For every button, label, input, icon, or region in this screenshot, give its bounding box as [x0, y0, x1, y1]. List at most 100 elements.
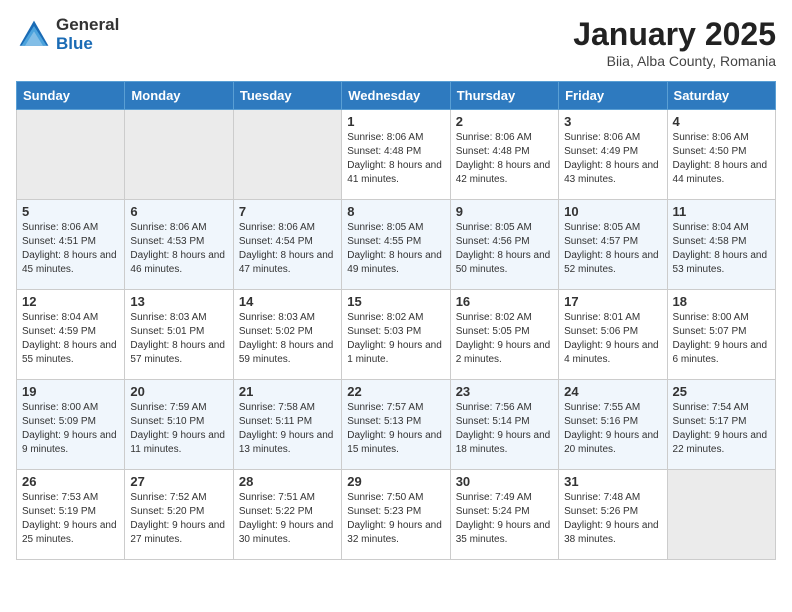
day-info: Sunrise: 7:58 AM Sunset: 5:11 PM Dayligh…: [239, 401, 336, 457]
day-cell-12: 12Sunrise: 8:04 AM Sunset: 4:59 PM Dayli…: [17, 290, 125, 380]
day-number: 5: [22, 204, 119, 219]
day-info: Sunrise: 8:06 AM Sunset: 4:51 PM Dayligh…: [22, 221, 119, 277]
day-header-friday: Friday: [559, 82, 667, 110]
day-number: 15: [347, 294, 444, 309]
day-info: Sunrise: 7:52 AM Sunset: 5:20 PM Dayligh…: [130, 491, 227, 547]
calendar-title: January 2025: [573, 16, 776, 53]
day-number: 22: [347, 384, 444, 399]
day-headers-row: SundayMondayTuesdayWednesdayThursdayFrid…: [17, 82, 776, 110]
week-row-4: 19 Sunrise: 8:00 AM Sunset: 5:09 PM Dayli…: [17, 380, 776, 470]
day-cell-16: 16 Sunrise: 8:02 AM Sunset: 5:05 PM Dayli…: [450, 290, 558, 380]
day-info: Sunrise: 8:06 AM Sunset: 4:50 PM Dayligh…: [673, 131, 770, 187]
day-number: 9: [456, 204, 553, 219]
day-cell-20: 20 Sunrise: 7:59 AM Sunset: 5:10 PM Dayli…: [125, 380, 233, 470]
day-cell-29: 29 Sunrise: 7:50 AM Sunset: 5:23 PM Dayli…: [342, 470, 450, 560]
day-info: Sunrise: 8:00 AM Sunset: 5:07 PM Dayligh…: [673, 311, 770, 367]
day-info: Sunrise: 8:05 AM Sunset: 4:57 PM Dayligh…: [564, 221, 661, 277]
day-header-saturday: Saturday: [667, 82, 775, 110]
day-info: Sunrise: 7:55 AM Sunset: 5:16 PM Dayligh…: [564, 401, 661, 457]
day-number: 16: [456, 294, 553, 309]
day-info: Sunrise: 8:03 AM Sunset: 5:01 PM Dayligh…: [130, 311, 227, 367]
day-cell-18: 18 Sunrise: 8:00 AM Sunset: 5:07 PM Dayli…: [667, 290, 775, 380]
day-cell-6: 6 Sunrise: 8:06 AM Sunset: 4:53 PM Daylig…: [125, 200, 233, 290]
day-number: 6: [130, 204, 227, 219]
page-header: General Blue January 2025 Biia, Alba Cou…: [16, 16, 776, 69]
day-cell-28: 28Sunrise: 7:51 AM Sunset: 5:22 PM Dayli…: [233, 470, 341, 560]
day-number: 8: [347, 204, 444, 219]
day-info: Sunrise: 7:56 AM Sunset: 5:14 PM Dayligh…: [456, 401, 553, 457]
day-header-tuesday: Tuesday: [233, 82, 341, 110]
day-number: 24: [564, 384, 661, 399]
day-header-wednesday: Wednesday: [342, 82, 450, 110]
day-cell-5: 5 Sunrise: 8:06 AM Sunset: 4:51 PM Daylig…: [17, 200, 125, 290]
day-info: Sunrise: 8:00 AM Sunset: 5:09 PM Dayligh…: [22, 401, 119, 457]
day-info: Sunrise: 8:06 AM Sunset: 4:53 PM Dayligh…: [130, 221, 227, 277]
day-number: 18: [673, 294, 770, 309]
logo-blue: Blue: [56, 35, 119, 54]
day-info: Sunrise: 7:49 AM Sunset: 5:24 PM Dayligh…: [456, 491, 553, 547]
day-header-monday: Monday: [125, 82, 233, 110]
day-cell-22: 22 Sunrise: 7:57 AM Sunset: 5:13 PM Dayli…: [342, 380, 450, 470]
day-number: 29: [347, 474, 444, 489]
day-number: 27: [130, 474, 227, 489]
day-cell-27: 27 Sunrise: 7:52 AM Sunset: 5:20 PM Dayli…: [125, 470, 233, 560]
title-block: January 2025 Biia, Alba County, Romania: [573, 16, 776, 69]
day-info: Sunrise: 7:57 AM Sunset: 5:13 PM Dayligh…: [347, 401, 444, 457]
day-cell-31: 31Sunrise: 7:48 AM Sunset: 5:26 PM Dayli…: [559, 470, 667, 560]
empty-cell: [667, 470, 775, 560]
day-info: Sunrise: 8:02 AM Sunset: 5:03 PM Dayligh…: [347, 311, 444, 367]
day-info: Sunrise: 7:48 AM Sunset: 5:26 PM Dayligh…: [564, 491, 661, 547]
day-cell-10: 10 Sunrise: 8:05 AM Sunset: 4:57 PM Dayli…: [559, 200, 667, 290]
day-info: Sunrise: 8:06 AM Sunset: 4:48 PM Dayligh…: [347, 131, 444, 187]
day-info: Sunrise: 8:01 AM Sunset: 5:06 PM Dayligh…: [564, 311, 661, 367]
day-number: 11: [673, 204, 770, 219]
calendar-subtitle: Biia, Alba County, Romania: [573, 53, 776, 69]
day-cell-24: 24 Sunrise: 7:55 AM Sunset: 5:16 PM Dayli…: [559, 380, 667, 470]
day-cell-25: 25 Sunrise: 7:54 AM Sunset: 5:17 PM Dayli…: [667, 380, 775, 470]
week-row-1: 1Sunrise: 8:06 AM Sunset: 4:48 PM Daylig…: [17, 110, 776, 200]
empty-cell: [125, 110, 233, 200]
day-number: 21: [239, 384, 336, 399]
day-info: Sunrise: 7:54 AM Sunset: 5:17 PM Dayligh…: [673, 401, 770, 457]
empty-cell: [17, 110, 125, 200]
day-number: 2: [456, 114, 553, 129]
day-number: 19: [22, 384, 119, 399]
calendar-table: SundayMondayTuesdayWednesdayThursdayFrid…: [16, 81, 776, 560]
day-cell-9: 9Sunrise: 8:05 AM Sunset: 4:56 PM Daylig…: [450, 200, 558, 290]
day-info: Sunrise: 8:02 AM Sunset: 5:05 PM Dayligh…: [456, 311, 553, 367]
day-info: Sunrise: 7:53 AM Sunset: 5:19 PM Dayligh…: [22, 491, 119, 547]
week-row-5: 26 Sunrise: 7:53 AM Sunset: 5:19 PM Dayli…: [17, 470, 776, 560]
day-cell-15: 15 Sunrise: 8:02 AM Sunset: 5:03 PM Dayli…: [342, 290, 450, 380]
week-row-3: 12Sunrise: 8:04 AM Sunset: 4:59 PM Dayli…: [17, 290, 776, 380]
day-number: 10: [564, 204, 661, 219]
day-number: 13: [130, 294, 227, 309]
day-header-thursday: Thursday: [450, 82, 558, 110]
week-row-2: 5 Sunrise: 8:06 AM Sunset: 4:51 PM Daylig…: [17, 200, 776, 290]
day-info: Sunrise: 8:04 AM Sunset: 4:58 PM Dayligh…: [673, 221, 770, 277]
day-cell-14: 14Sunrise: 8:03 AM Sunset: 5:02 PM Dayli…: [233, 290, 341, 380]
day-info: Sunrise: 7:51 AM Sunset: 5:22 PM Dayligh…: [239, 491, 336, 547]
day-cell-8: 8Sunrise: 8:05 AM Sunset: 4:55 PM Daylig…: [342, 200, 450, 290]
day-info: Sunrise: 7:50 AM Sunset: 5:23 PM Dayligh…: [347, 491, 444, 547]
day-cell-23: 23 Sunrise: 7:56 AM Sunset: 5:14 PM Dayli…: [450, 380, 558, 470]
day-cell-4: 4 Sunrise: 8:06 AM Sunset: 4:50 PM Daylig…: [667, 110, 775, 200]
day-info: Sunrise: 8:06 AM Sunset: 4:54 PM Dayligh…: [239, 221, 336, 277]
day-number: 25: [673, 384, 770, 399]
day-number: 7: [239, 204, 336, 219]
day-info: Sunrise: 8:06 AM Sunset: 4:49 PM Dayligh…: [564, 131, 661, 187]
day-number: 4: [673, 114, 770, 129]
day-number: 23: [456, 384, 553, 399]
logo-icon: [16, 17, 52, 53]
day-number: 3: [564, 114, 661, 129]
day-cell-21: 21 Sunrise: 7:58 AM Sunset: 5:11 PM Dayli…: [233, 380, 341, 470]
day-info: Sunrise: 8:06 AM Sunset: 4:48 PM Dayligh…: [456, 131, 553, 187]
day-cell-19: 19 Sunrise: 8:00 AM Sunset: 5:09 PM Dayli…: [17, 380, 125, 470]
empty-cell: [233, 110, 341, 200]
day-cell-26: 26 Sunrise: 7:53 AM Sunset: 5:19 PM Dayli…: [17, 470, 125, 560]
day-cell-2: 2 Sunrise: 8:06 AM Sunset: 4:48 PM Daylig…: [450, 110, 558, 200]
day-number: 20: [130, 384, 227, 399]
day-cell-11: 11 Sunrise: 8:04 AM Sunset: 4:58 PM Dayli…: [667, 200, 775, 290]
day-cell-7: 7 Sunrise: 8:06 AM Sunset: 4:54 PM Daylig…: [233, 200, 341, 290]
day-info: Sunrise: 7:59 AM Sunset: 5:10 PM Dayligh…: [130, 401, 227, 457]
day-number: 26: [22, 474, 119, 489]
